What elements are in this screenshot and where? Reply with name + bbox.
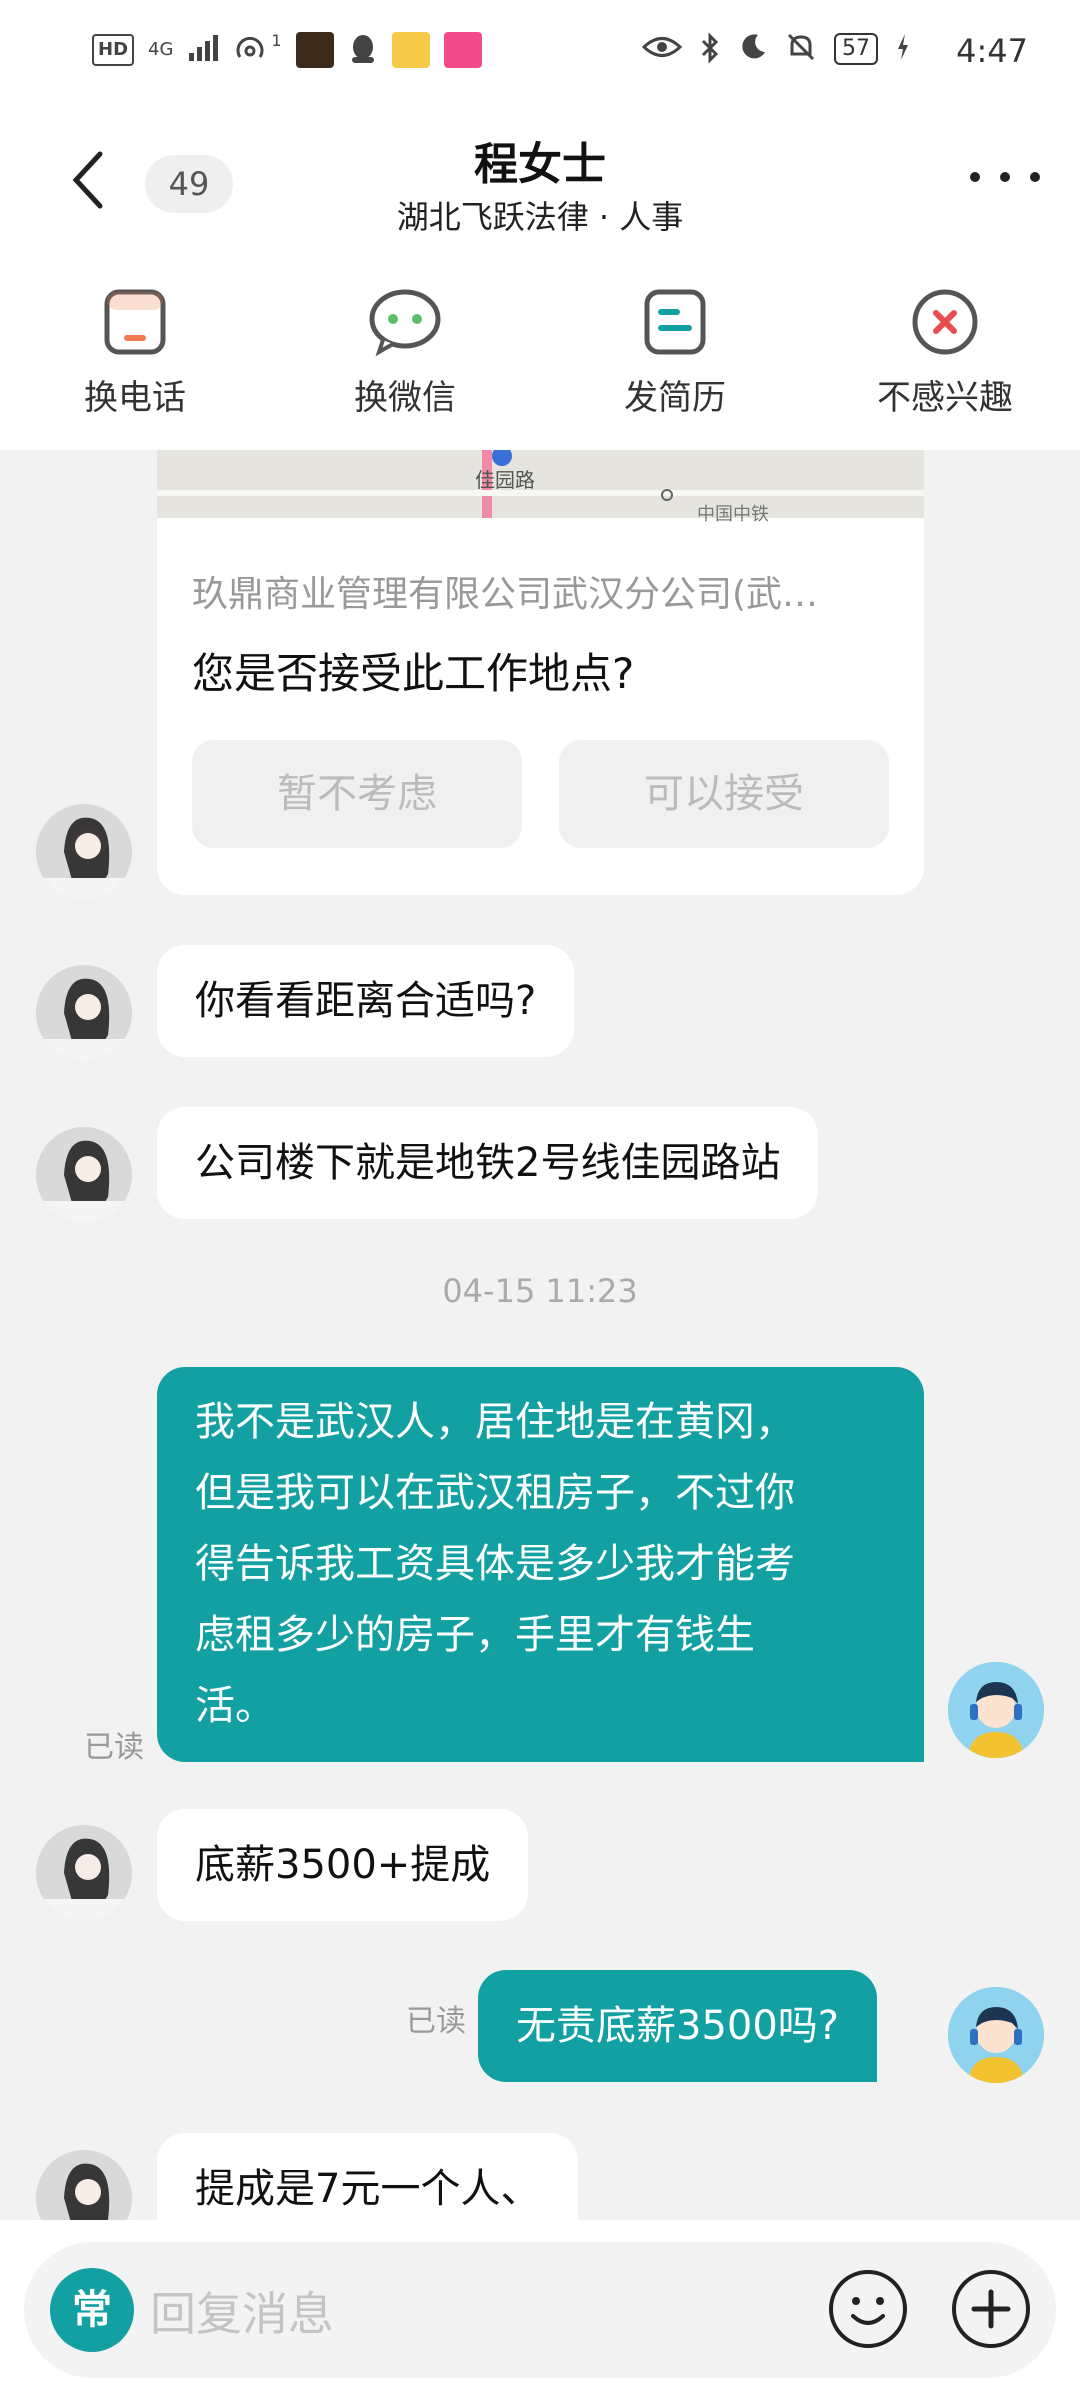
signal-icon: [187, 33, 221, 67]
qq-icon: [348, 33, 378, 67]
bluetooth-icon: [700, 32, 720, 66]
message-bubble-outgoing[interactable]: 我不是武汉人，居住地是在黄冈， 但是我可以在武汉租房子，不过你 得告诉我工资具体…: [157, 1367, 924, 1762]
message-bubble-incoming[interactable]: 提成是7元一个人、: [157, 2133, 579, 2220]
read-receipt: 已读: [406, 2004, 466, 2039]
not-interested-button[interactable]: 不感兴趣: [810, 250, 1080, 450]
charging-icon: [896, 32, 910, 66]
common-phrases-button[interactable]: 常: [50, 2268, 134, 2352]
quick-actions-bar: 换电话 换微信 发简历 不感兴趣: [0, 250, 1080, 450]
hotspot-icon: [235, 33, 269, 67]
hotspot-count: 1: [271, 31, 282, 50]
avatar-recruiter-icon: [36, 1825, 132, 1921]
map-label-poi: 中国中铁: [697, 504, 769, 525]
message-bubble-outgoing[interactable]: 无责底薪3500吗?: [478, 1970, 878, 2082]
message-line: 虑租多少的房子，手里才有钱生: [195, 1612, 755, 1658]
message-bubble-incoming[interactable]: 你看看距离合适吗?: [157, 945, 575, 1057]
status-bar: HD 4G 1 57 4:47: [0, 0, 1080, 100]
send-resume-button[interactable]: 发简历: [540, 250, 810, 450]
message-input-placeholder: 回复消息: [150, 2287, 334, 2341]
message-line: 我不是武汉人，居住地是在黄冈，: [195, 1399, 795, 1445]
exchange-phone-button[interactable]: 换电话: [0, 250, 270, 450]
message-bubble-incoming[interactable]: 底薪3500+提成: [157, 1809, 529, 1921]
avatar[interactable]: [36, 2150, 132, 2220]
avatar-user-icon: [948, 1987, 1044, 2083]
message-input[interactable]: 常 回复消息: [24, 2242, 1056, 2378]
dot-icon: [1000, 172, 1010, 182]
map-icon: [157, 450, 924, 518]
decline-location-button[interactable]: 暂不考虑: [192, 740, 522, 848]
send-resume-label: 发简历: [624, 378, 726, 418]
exchange-wechat-label: 换微信: [354, 378, 456, 418]
phone-icon: [104, 289, 166, 355]
exchange-wechat-button[interactable]: 换微信: [270, 250, 540, 450]
read-receipt: 已读: [84, 1730, 144, 1765]
not-interested-label: 不感兴趣: [877, 378, 1013, 418]
message-line: 得告诉我工资具体是多少我才能考: [195, 1541, 795, 1587]
chat-messages[interactable]: 佳园路 中国中铁 玖鼎商业管理有限公司武汉分公司(武… 您是否接受此工作地点? …: [0, 450, 1080, 2220]
mute-icon: [786, 32, 816, 66]
app-notification-icon: [443, 32, 482, 68]
weibo-icon: [391, 32, 430, 68]
location-question: 您是否接受此工作地点?: [192, 649, 635, 698]
smile-icon: [851, 2297, 885, 2325]
network-indicator: 4G: [148, 39, 174, 60]
emoji-button[interactable]: [829, 2270, 907, 2348]
close-circle-icon: [912, 289, 978, 355]
map-preview[interactable]: 佳园路 中国中铁: [157, 450, 924, 525]
message-bubble-incoming[interactable]: 公司楼下就是地铁2号线佳园路站: [157, 1107, 819, 1219]
avatar-recruiter-icon: [36, 965, 132, 1061]
avatar-recruiter-icon: [36, 2150, 132, 2220]
avatar[interactable]: [36, 965, 132, 1061]
accept-location-button[interactable]: 可以接受: [559, 740, 889, 848]
company-address: 玖鼎商业管理有限公司武汉分公司(武…: [192, 574, 819, 615]
message-line: 活。: [195, 1683, 275, 1729]
contact-company: 湖北飞跃法律 · 人事: [396, 198, 684, 236]
chat-header: 49 程女士 湖北飞跃法律 · 人事: [0, 100, 1080, 250]
exchange-phone-label: 换电话: [84, 378, 186, 418]
avatar[interactable]: [948, 1662, 1044, 1758]
avatar[interactable]: [36, 1127, 132, 1223]
dot-icon: [970, 172, 980, 182]
eye-icon: [641, 32, 683, 66]
avatar-recruiter-icon: [36, 1127, 132, 1223]
message-input-bar: 常 回复消息: [0, 2220, 1080, 2400]
avatar-recruiter-icon: [36, 804, 132, 900]
notification-thumbnail-icon: [295, 32, 334, 68]
battery-indicator: 57: [834, 33, 878, 65]
status-left: HD 4G 1: [92, 32, 482, 68]
wechat-icon: [369, 289, 441, 356]
avatar[interactable]: [948, 1987, 1044, 2083]
clock: 4:47: [956, 32, 1028, 70]
more-options-button[interactable]: [970, 172, 1040, 192]
dot-icon: [1030, 172, 1040, 182]
timestamp-separator: 04-15 11:23: [442, 1272, 638, 1310]
avatar[interactable]: [36, 804, 132, 900]
plus-icon: [971, 2289, 1011, 2329]
resume-icon: [644, 289, 706, 355]
map-label-road: 佳园路: [475, 468, 535, 492]
status-right: 57: [641, 32, 910, 66]
moon-icon: [738, 32, 768, 66]
avatar[interactable]: [36, 1825, 132, 1921]
hd-indicator: HD: [92, 34, 135, 66]
avatar-user-icon: [948, 1662, 1044, 1758]
add-attachment-button[interactable]: [952, 2270, 1030, 2348]
contact-name: 程女士: [474, 139, 606, 190]
message-line: 但是我可以在武汉租房子，不过你: [195, 1470, 795, 1516]
location-card: 佳园路 中国中铁 玖鼎商业管理有限公司武汉分公司(武… 您是否接受此工作地点? …: [157, 450, 924, 895]
